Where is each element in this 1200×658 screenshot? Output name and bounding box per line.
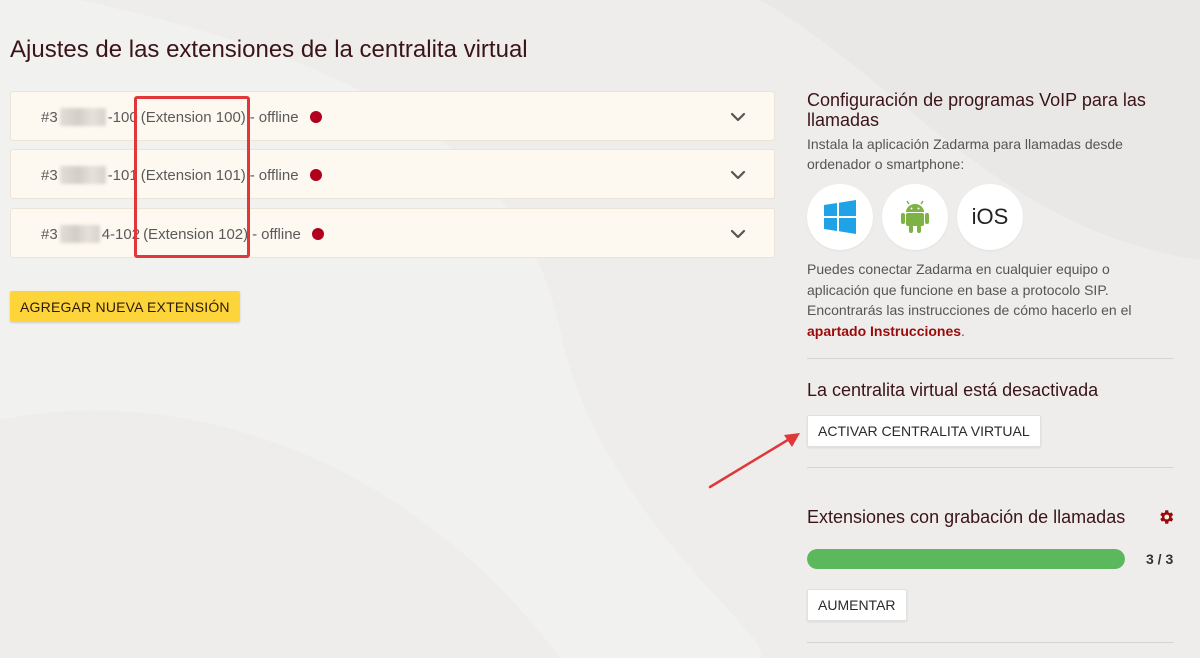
extension-prefix: #3 [41, 166, 58, 184]
increase-button[interactable]: AUMENTAR [807, 589, 907, 621]
recording-count: 3 / 3 [1146, 551, 1174, 567]
ios-app-button[interactable]: iOS [957, 184, 1023, 250]
extension-row-100[interactable]: #3 -100 (Extension 100) - offline [10, 91, 775, 141]
page-title: Ajustes de las extensiones de la central… [10, 36, 528, 63]
extension-separator: - [249, 166, 255, 184]
sip-description: Puedes conectar Zadarma en cualquier equ… [807, 259, 1167, 341]
divider [807, 467, 1174, 468]
voip-section-title: Configuración de programas VoIP para las… [807, 90, 1146, 130]
offline-status-dot [311, 228, 324, 240]
instructions-link[interactable]: apartado Instrucciones [807, 323, 961, 339]
android-app-button[interactable] [882, 184, 948, 250]
add-extension-button[interactable]: AGREGAR NUEVA EXTENSIÓN [10, 291, 240, 322]
recording-progress-fill [807, 549, 1125, 569]
pbx-status-title: La centralita virtual está desactivada [807, 380, 1099, 400]
activate-pbx-button[interactable]: ACTIVAR CENTRALITA VIRTUAL [807, 415, 1041, 447]
sip-text: Puedes conectar Zadarma en cualquier equ… [807, 261, 1132, 318]
offline-status-dot [309, 111, 322, 123]
extension-status: offline [258, 108, 299, 126]
annotation-arrow-icon [708, 433, 800, 489]
voip-description: Instala la aplicación Zadarma para llama… [807, 136, 1123, 172]
blurred-number [59, 166, 106, 184]
windows-icon [824, 200, 856, 234]
extension-status: offline [261, 225, 301, 243]
extension-separator: - [249, 108, 255, 126]
ios-icon: iOS [971, 204, 1009, 229]
gear-icon[interactable] [1157, 508, 1175, 526]
windows-app-button[interactable] [807, 184, 873, 250]
recording-section-title: Extensiones con grabación de llamadas [807, 507, 1126, 527]
extension-prefix: #3 [41, 108, 58, 126]
highlight-annotation-box [134, 96, 250, 258]
extension-row-102[interactable]: #3 4-102 (Extension 102) - offline [10, 208, 775, 258]
chevron-down-icon[interactable] [730, 109, 746, 125]
chevron-down-icon[interactable] [730, 226, 746, 242]
recording-progress-bar [807, 549, 1125, 569]
chevron-down-icon[interactable] [730, 167, 746, 183]
android-icon [901, 200, 929, 233]
blurred-number [59, 108, 106, 126]
extension-prefix: #3 [41, 225, 58, 243]
offline-status-dot [309, 169, 322, 181]
sip-text-end: . [961, 322, 965, 339]
blurred-number [59, 225, 100, 243]
extension-separator: - [252, 225, 258, 243]
extension-row-101[interactable]: #3 -101 (Extension 101) - offline [10, 149, 775, 199]
divider [807, 642, 1174, 643]
extension-status: offline [258, 166, 299, 184]
divider [807, 358, 1174, 359]
